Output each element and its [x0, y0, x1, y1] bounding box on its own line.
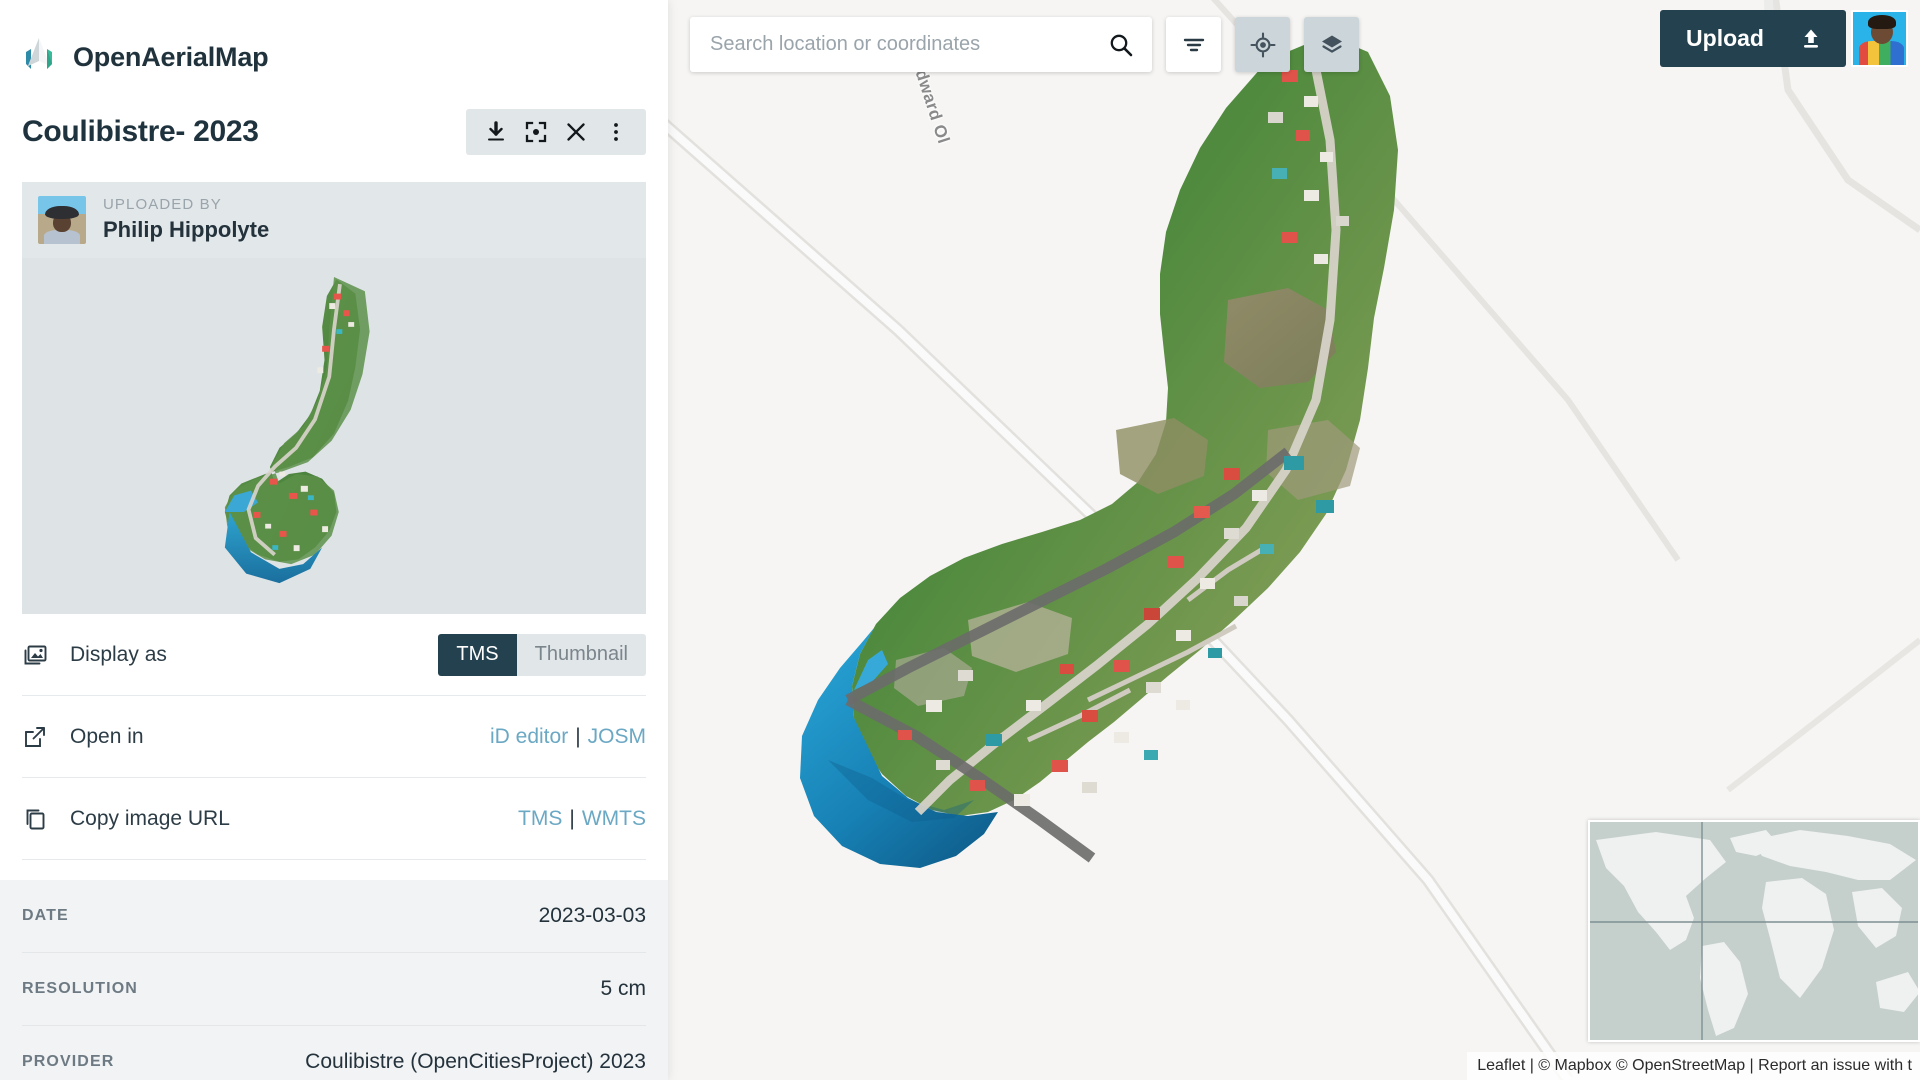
row-copy-image-url: Copy image URL TMS | WMTS	[22, 778, 646, 860]
copy-url-links: TMS | WMTS	[518, 807, 646, 831]
search-icon[interactable]	[1108, 32, 1134, 58]
download-button[interactable]	[478, 112, 514, 152]
world-overview-minimap[interactable]	[1588, 820, 1920, 1042]
metadata-key-resolution: RESOLUTION	[22, 980, 138, 997]
upload-button-label: Upload	[1686, 25, 1764, 51]
close-button[interactable]	[558, 112, 594, 152]
row-open-in: Open in iD editor | JOSM	[22, 696, 646, 778]
uploader-card: UPLOADED BY Philip Hippolyte	[22, 182, 646, 258]
locate-button[interactable]	[1235, 17, 1290, 72]
crosshair-icon	[1249, 31, 1276, 58]
external-link-icon	[25, 726, 45, 747]
paper-plane-logo-icon	[20, 36, 60, 78]
uploaded-by-label: UPLOADED BY	[103, 196, 222, 214]
close-icon	[567, 123, 585, 141]
kebab-menu-icon	[614, 123, 618, 141]
metadata-row-provider: PROVIDER Coulibistre (OpenCitiesProject)…	[22, 1026, 646, 1080]
metadata-value-provider: Coulibistre (OpenCitiesProject) 2023	[305, 1050, 646, 1073]
filter-button[interactable]	[1166, 17, 1221, 72]
search-input[interactable]	[710, 33, 1108, 56]
more-options-button[interactable]	[598, 112, 634, 152]
detail-title-row: Coulibistre- 2023	[0, 92, 668, 168]
metadata-section: DATE 2023-03-03 RESOLUTION 5 cm PROVIDER…	[0, 880, 668, 1080]
metadata-value-resolution: 5 cm	[600, 977, 646, 1000]
focus-target-icon	[525, 121, 547, 143]
link-id-editor[interactable]: iD editor	[490, 725, 568, 748]
user-avatar[interactable]	[1851, 10, 1908, 67]
metadata-row-date: DATE 2023-03-03	[22, 880, 646, 953]
metadata-key-date: DATE	[22, 907, 69, 924]
image-stack-icon	[24, 645, 47, 664]
open-in-links: iD editor | JOSM	[490, 725, 646, 749]
uploader-avatar	[38, 196, 86, 244]
metadata-row-resolution: RESOLUTION 5 cm	[22, 953, 646, 1026]
map-top-right-controls: Upload	[1660, 10, 1908, 67]
search-bar[interactable]	[690, 17, 1152, 72]
uploader-name[interactable]: Philip Hippolyte	[103, 215, 269, 245]
preview-thumbnail-image	[224, 276, 370, 584]
detail-action-group	[466, 109, 646, 155]
map-attribution[interactable]: Leaflet | © Mapbox © OpenStreetMap | Rep…	[1467, 1052, 1920, 1080]
row-label-open-in: Open in	[70, 724, 144, 748]
link-copy-wmts[interactable]: WMTS	[582, 807, 646, 830]
layers-button[interactable]	[1304, 17, 1359, 72]
display-as-option-thumbnail[interactable]: Thumbnail	[516, 633, 646, 676]
display-as-segmented-control: TMS Thumbnail	[438, 633, 646, 676]
download-icon	[488, 121, 504, 141]
upload-button[interactable]: Upload	[1660, 10, 1846, 67]
imagery-preview[interactable]	[22, 258, 646, 614]
link-separator-open-in: |	[575, 724, 581, 748]
filter-icon	[1183, 38, 1204, 51]
metadata-value-date: 2023-03-03	[538, 904, 646, 927]
link-copy-tms[interactable]: TMS	[518, 807, 562, 830]
upload-icon	[1804, 29, 1818, 48]
row-label-display-as: Display as	[70, 642, 167, 666]
map-area[interactable]: Coulibist Edward Ol	[668, 0, 1920, 1080]
detail-sidebar: OpenAerialMap Coulibistre- 2023 UPLOADED…	[0, 0, 668, 1080]
row-display-as: Display as TMS Thumbnail	[22, 614, 646, 696]
layers-icon	[1321, 35, 1342, 53]
link-separator-copy: |	[569, 806, 575, 830]
display-as-option-tms[interactable]: TMS	[438, 633, 517, 676]
copy-icon	[26, 809, 45, 829]
row-label-copy-image-url: Copy image URL	[70, 806, 230, 830]
metadata-key-provider: PROVIDER	[22, 1053, 115, 1070]
minimap-world-svg	[1590, 822, 1918, 1040]
brand-header[interactable]: OpenAerialMap	[0, 0, 668, 92]
zoom-to-extent-button[interactable]	[518, 112, 554, 152]
page-title: Coulibistre- 2023	[22, 115, 259, 148]
brand-name: OpenAerialMap	[73, 41, 269, 72]
link-josm[interactable]: JOSM	[588, 725, 646, 748]
